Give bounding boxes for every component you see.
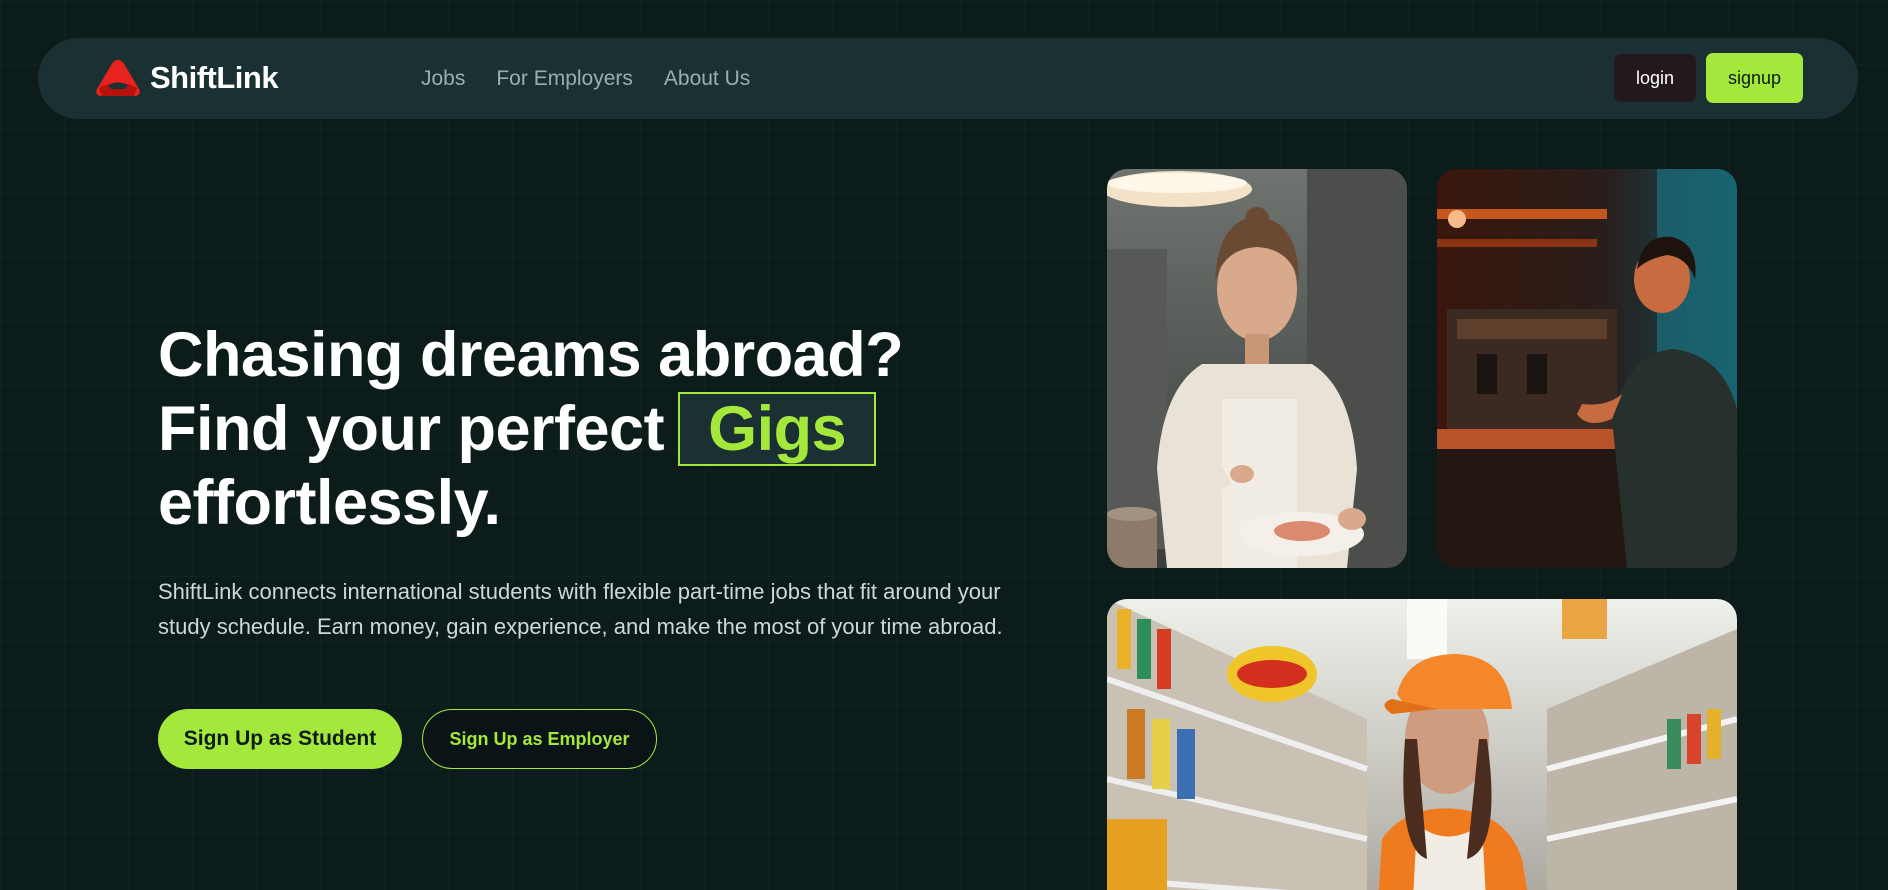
grocery-photo <box>1107 599 1737 890</box>
headline-line-2-text: Find your perfect <box>158 394 665 464</box>
brand-logo[interactable]: ShiftLink <box>94 58 279 98</box>
barista-photo <box>1437 169 1737 568</box>
nav-link-about-us[interactable]: About Us <box>664 67 750 91</box>
headline-line-2: Find your perfect Gigs <box>158 392 938 466</box>
headline-line-1: Chasing dreams abroad? <box>158 320 904 390</box>
hero-headline: Chasing dreams abroad? Find your perfect… <box>158 318 938 540</box>
nav-links: Jobs For Employers About Us <box>421 38 781 119</box>
login-button[interactable]: login <box>1614 54 1696 102</box>
signup-button[interactable]: signup <box>1706 53 1803 103</box>
sign-up-student-button[interactable]: Sign Up as Student <box>158 709 402 769</box>
hero-description: ShiftLink connects international student… <box>158 579 1003 639</box>
chef-photo <box>1107 169 1407 568</box>
brand-name: ShiftLink <box>150 60 279 95</box>
nav-link-for-employers[interactable]: For Employers <box>496 67 633 91</box>
navbar: ShiftLink Jobs For Employers About Us lo… <box>38 38 1858 119</box>
triangle-logo-icon <box>96 60 140 96</box>
sign-up-employer-button[interactable]: Sign Up as Employer <box>422 709 657 769</box>
headline-line-3: effortlessly. <box>158 468 501 538</box>
highlight-word: Gigs <box>678 392 877 466</box>
nav-link-jobs[interactable]: Jobs <box>421 67 465 91</box>
